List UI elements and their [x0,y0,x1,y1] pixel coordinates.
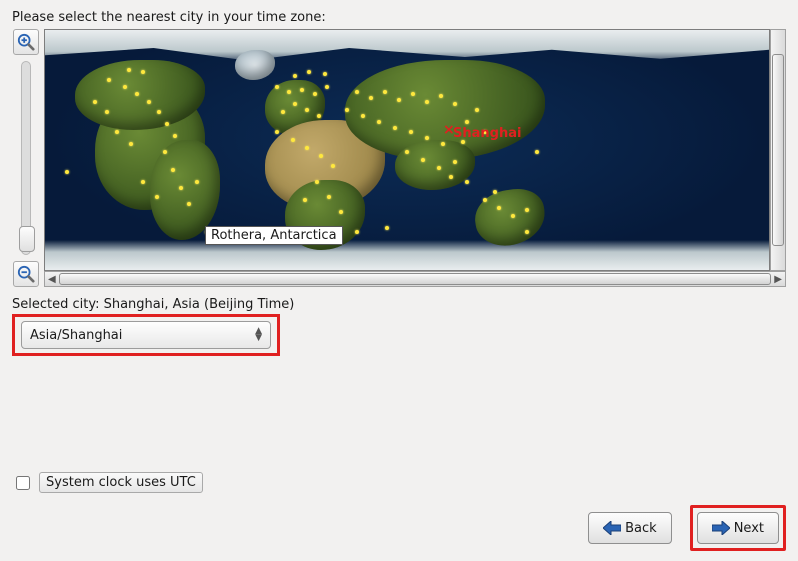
timezone-value: Asia/Shanghai [30,328,122,343]
arrow-left-icon [603,521,621,535]
selected-city-label: Shanghai [453,126,521,141]
zoom-out-button[interactable] [13,261,39,287]
footer-buttons: Back Next [588,505,786,551]
zoom-out-icon [17,265,35,283]
hover-city-tooltip: Rothera, Antarctica [205,226,343,245]
combo-arrows-icon: ▲▼ [255,328,262,342]
zoom-controls [12,29,40,287]
map-wrap: × Shanghai Rothera, Antarctica ◀ ▶ [44,29,786,287]
zoom-slider-thumb[interactable] [19,226,35,252]
timezone-highlight: Asia/Shanghai ▲▼ [12,314,280,356]
map-scrollbar-vertical[interactable] [770,29,786,271]
selected-city-line: Selected city: Shanghai, Asia (Beijing T… [12,297,786,312]
scroll-left-icon: ◀ [48,274,56,285]
utc-row: System clock uses UTC [12,472,203,493]
map-area: × Shanghai Rothera, Antarctica ◀ ▶ [12,29,786,287]
arrow-right-icon [712,521,730,535]
zoom-in-icon [17,33,35,51]
utc-checkbox[interactable] [16,476,30,490]
next-highlight: Next [690,505,786,551]
map-scrollbar-vertical-thumb[interactable] [772,54,784,246]
map-scrollbar-horizontal-thumb[interactable] [59,273,771,285]
prompt-label: Please select the nearest city in your t… [12,10,786,25]
zoom-in-button[interactable] [13,29,39,55]
map-scrollbar-horizontal[interactable]: ◀ ▶ [44,271,786,287]
back-button-label: Back [625,521,657,536]
world-map[interactable]: × Shanghai Rothera, Antarctica [44,29,770,271]
zoom-slider[interactable] [21,61,31,255]
scroll-right-icon: ▶ [774,274,782,285]
utc-label[interactable]: System clock uses UTC [39,472,203,493]
timezone-combobox[interactable]: Asia/Shanghai ▲▼ [21,321,271,349]
back-button[interactable]: Back [588,512,672,544]
next-button-label: Next [734,521,764,536]
next-button[interactable]: Next [697,512,779,544]
